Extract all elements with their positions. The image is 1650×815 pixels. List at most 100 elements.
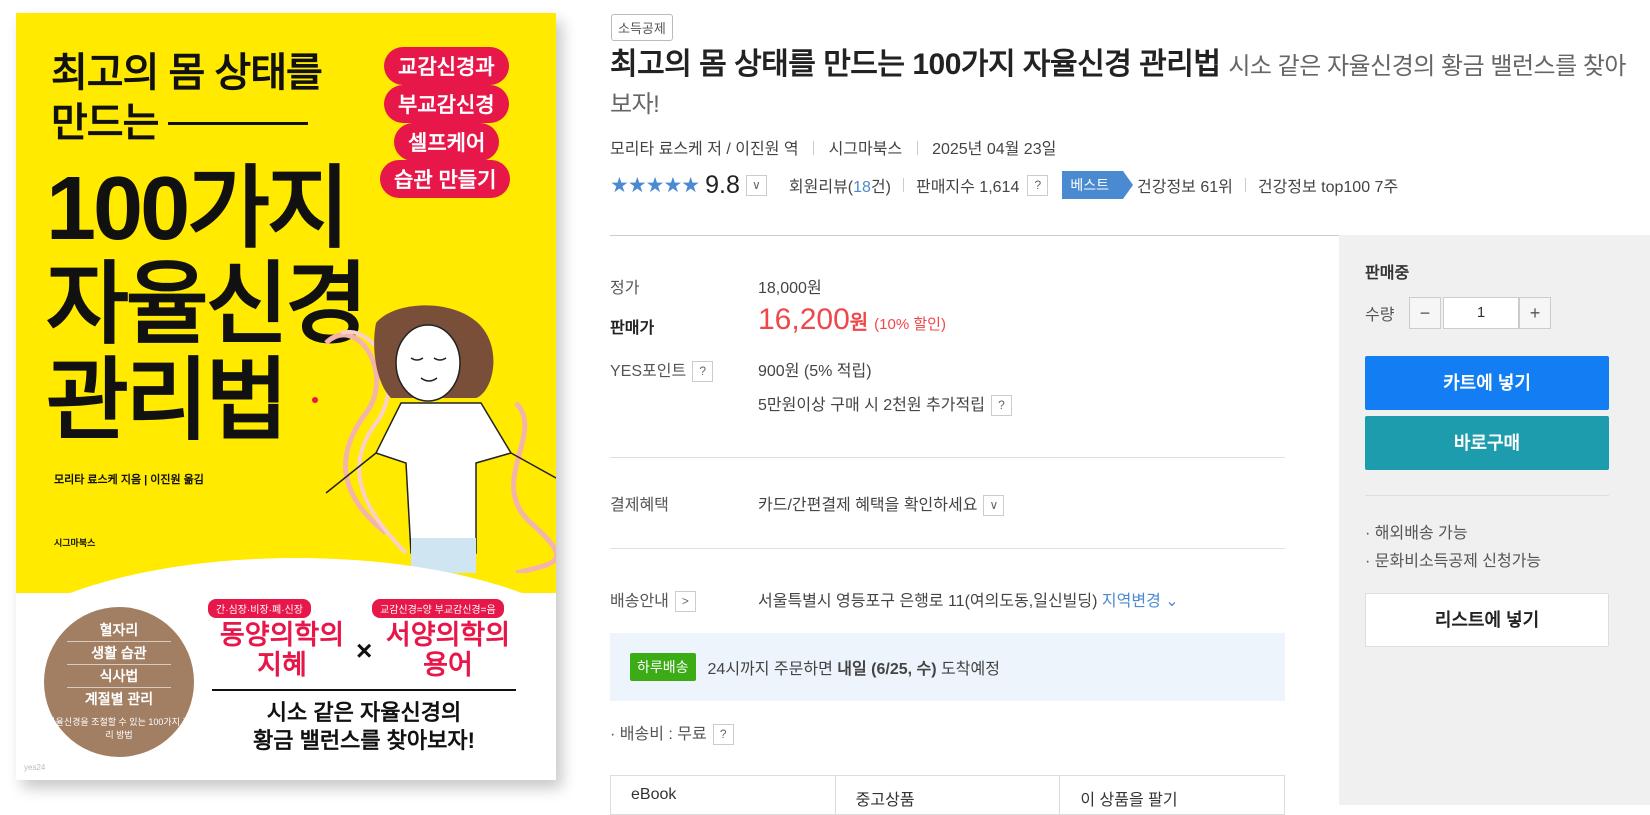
cover-circle: 혈자리 생활 습관 식사법 계절별 관리 자율신경을 조절할 수 있는 100가… bbox=[44, 607, 194, 757]
translator-role: 역 bbox=[783, 141, 799, 158]
cover-dot bbox=[312, 397, 318, 403]
review-label: 회원리뷰( bbox=[788, 179, 854, 196]
sale-price-unit: 원 bbox=[849, 312, 869, 334]
culture-deduction-text: 문화비소득공제 신청가능 bbox=[1374, 553, 1542, 570]
cover-subtitle: 최고의 몸 상태를 만드는 bbox=[51, 48, 323, 148]
cover-east: 동양의학의 지혜 bbox=[212, 620, 352, 680]
review-link[interactable]: 회원리뷰(18건) bbox=[789, 173, 891, 197]
chevron-right-icon[interactable]: > bbox=[674, 591, 696, 613]
payment-label: 결제혜택 bbox=[610, 497, 669, 514]
delivery-address-row: 서울특별시 영등포구 은행로 11(여의도동,일신빌딩) 지역변경 ⌄ bbox=[758, 587, 1179, 611]
tab-used[interactable]: 중고상품 bbox=[836, 776, 1061, 814]
girl-illustration bbox=[324, 305, 556, 573]
chevron-down-icon[interactable]: ∨ bbox=[983, 495, 1005, 517]
circle-item: 계절별 관리 bbox=[84, 691, 154, 707]
product-meta: 모리타 료스케 저 / 이진원 역 시그마북스 2025년 04월 23일 bbox=[610, 141, 1057, 158]
list-price: 18,000원 bbox=[758, 280, 822, 297]
same-day-badge: 하루배송 bbox=[630, 653, 696, 681]
tab-sell[interactable]: 이 상품을 팔기 bbox=[1060, 776, 1284, 814]
add-to-cart-button[interactable]: 카트에 넣기 bbox=[1365, 356, 1609, 410]
extra-point: 5만원이상 구매 시 2천원 추가적립 bbox=[758, 397, 985, 414]
shipping-fee: 배송비 : 무료 bbox=[619, 726, 707, 743]
payment-benefit-text: 카드/간편결제 혜택을 확인하세요 bbox=[758, 497, 978, 514]
publish-date: 2025년 04월 23일 bbox=[932, 141, 1057, 158]
add-to-list-button[interactable]: 리스트에 넣기 bbox=[1365, 593, 1609, 647]
rank-link[interactable]: 건강정보 61위 bbox=[1137, 173, 1233, 197]
author-link[interactable]: 모리타 료스케 bbox=[610, 141, 703, 158]
quantity-input[interactable]: 1 bbox=[1443, 297, 1519, 329]
best-badge: 베스트 bbox=[1062, 171, 1133, 199]
cover-tag-right: 교감신경=양 부교감신경=음 bbox=[372, 599, 504, 618]
circle-item: 생활 습관 bbox=[67, 642, 171, 665]
cover-bottom-rule bbox=[212, 689, 516, 691]
region-change-link[interactable]: 지역변경 ⌄ bbox=[1102, 593, 1179, 610]
cover-times: × bbox=[356, 635, 373, 666]
discount-rate: (10% 할인) bbox=[874, 316, 946, 333]
publisher-link[interactable]: 시그마북스 bbox=[829, 141, 903, 158]
chevron-down-icon: ⌄ bbox=[1165, 593, 1179, 610]
buy-now-button[interactable]: 바로구매 bbox=[1365, 416, 1609, 470]
sales-index: 판매지수 1,614 bbox=[915, 179, 1020, 196]
product-title: 최고의 몸 상태를 만드는 100가지 자율신경 관리법 시소 같은 자율신경의… bbox=[610, 47, 1640, 123]
help-icon[interactable]: ? bbox=[1027, 174, 1049, 196]
delivery-notice-suffix: 도착예정 bbox=[941, 661, 1000, 678]
divider bbox=[902, 178, 904, 192]
cover-bottom-line2: 황금 밸런스를 찾아보자! bbox=[253, 728, 475, 753]
overseas-shipping-text: 해외배송 가능 bbox=[1374, 525, 1468, 542]
cover-east-line1: 동양의학의 bbox=[219, 620, 345, 650]
cover-subtitle-line1: 최고의 몸 상태를 bbox=[51, 51, 323, 95]
circle-caption: 자율신경을 조절할 수 있는 100가지 관리 방법 bbox=[47, 717, 191, 740]
sale-price: 16,200원 (10% 할인) bbox=[758, 303, 946, 337]
divider bbox=[1244, 178, 1246, 192]
delivery-address: 서울특별시 영등포구 은행로 11(여의도동,일신빌딩) bbox=[758, 593, 1098, 610]
help-icon[interactable]: ? bbox=[712, 724, 734, 746]
delivery-notice-prefix: 24시까지 주문하면 bbox=[707, 661, 833, 678]
cover-pill: 셀프케어 bbox=[394, 123, 500, 161]
sale-price-value: 16,200 bbox=[758, 303, 850, 336]
cover-bottom-line1: 시소 같은 자율신경의 bbox=[266, 700, 462, 725]
cover-pill: 습관 만들기 bbox=[380, 160, 511, 198]
help-icon[interactable]: ? bbox=[692, 361, 714, 383]
list-price-label: 정가 bbox=[610, 280, 640, 297]
rank-top100-link[interactable]: 건강정보 top100 7주 bbox=[1258, 173, 1398, 197]
cover-west: 서양의학의 용어 bbox=[378, 620, 518, 680]
divider bbox=[610, 457, 1285, 458]
divider bbox=[1365, 495, 1609, 496]
cover-pill: 교감신경과 bbox=[384, 47, 509, 85]
cover-watermark: yes24 bbox=[24, 763, 46, 772]
author-role: 저 bbox=[707, 141, 722, 158]
cover-bottom-text: 시소 같은 자율신경의 황금 밸런스를 찾아보자! bbox=[212, 699, 516, 755]
delivery-notice: 하루배송 24시까지 주문하면 내일 (6/25, 수) 도착예정 bbox=[610, 633, 1285, 701]
tab-ebook[interactable]: eBook bbox=[611, 776, 836, 814]
point-label: YES포인트 bbox=[610, 363, 687, 380]
culture-deduction-info: · 문화비소득공제 신청가능 bbox=[1365, 553, 1542, 570]
help-icon[interactable]: ? bbox=[990, 395, 1012, 417]
region-change-label: 지역변경 bbox=[1101, 593, 1161, 610]
quantity-plus-button[interactable]: + bbox=[1519, 297, 1551, 329]
rating-stars-icon: ★★★★★ bbox=[610, 173, 700, 197]
product-title-main: 최고의 몸 상태를 만드는 100가지 자율신경 관리법 bbox=[610, 48, 1221, 81]
divider bbox=[916, 141, 918, 155]
purchase-sidebar: 판매중 수량 − 1 + 카트에 넣기 바로구매 · 해외배송 가능 · 문화비… bbox=[1339, 235, 1650, 805]
cover-east-line2: 지혜 bbox=[257, 650, 307, 680]
quantity-label: 수량 bbox=[1365, 307, 1395, 324]
sale-status: 판매중 bbox=[1365, 265, 1410, 282]
overseas-shipping-info: · 해외배송 가능 bbox=[1365, 525, 1468, 542]
translator-link[interactable]: 이진원 bbox=[735, 141, 779, 158]
divider bbox=[610, 548, 1285, 549]
rating-dropdown-chevron-icon[interactable]: ∨ bbox=[745, 174, 767, 196]
point-label-row: YES포인트? bbox=[610, 357, 714, 383]
shipping-fee-row: · 배송비 : 무료? bbox=[610, 720, 734, 746]
cover-author: 모리타 료스케 지음 | 이진원 옮김 bbox=[54, 474, 204, 486]
review-suffix: 건) bbox=[870, 179, 891, 196]
point-value: 900원 (5% 적립) bbox=[758, 363, 872, 380]
cover-rule bbox=[168, 122, 308, 125]
extra-point-row: 5만원이상 구매 시 2천원 추가적립? bbox=[758, 391, 1012, 417]
cover-west-line1: 서양의학의 bbox=[385, 620, 511, 650]
payment-benefit-dropdown[interactable]: 카드/간편결제 혜택을 확인하세요 ∨ bbox=[758, 491, 1005, 517]
book-cover[interactable]: 최고의 몸 상태를 만드는 100가지 자율신경 관리법 교감신경과 부교감신경… bbox=[16, 13, 556, 780]
cover-pill: 부교감신경 bbox=[384, 85, 509, 123]
delivery-label: 배송안내 bbox=[610, 593, 669, 610]
cover-publisher: 시그마북스 bbox=[54, 538, 96, 548]
quantity-minus-button[interactable]: − bbox=[1409, 297, 1441, 329]
